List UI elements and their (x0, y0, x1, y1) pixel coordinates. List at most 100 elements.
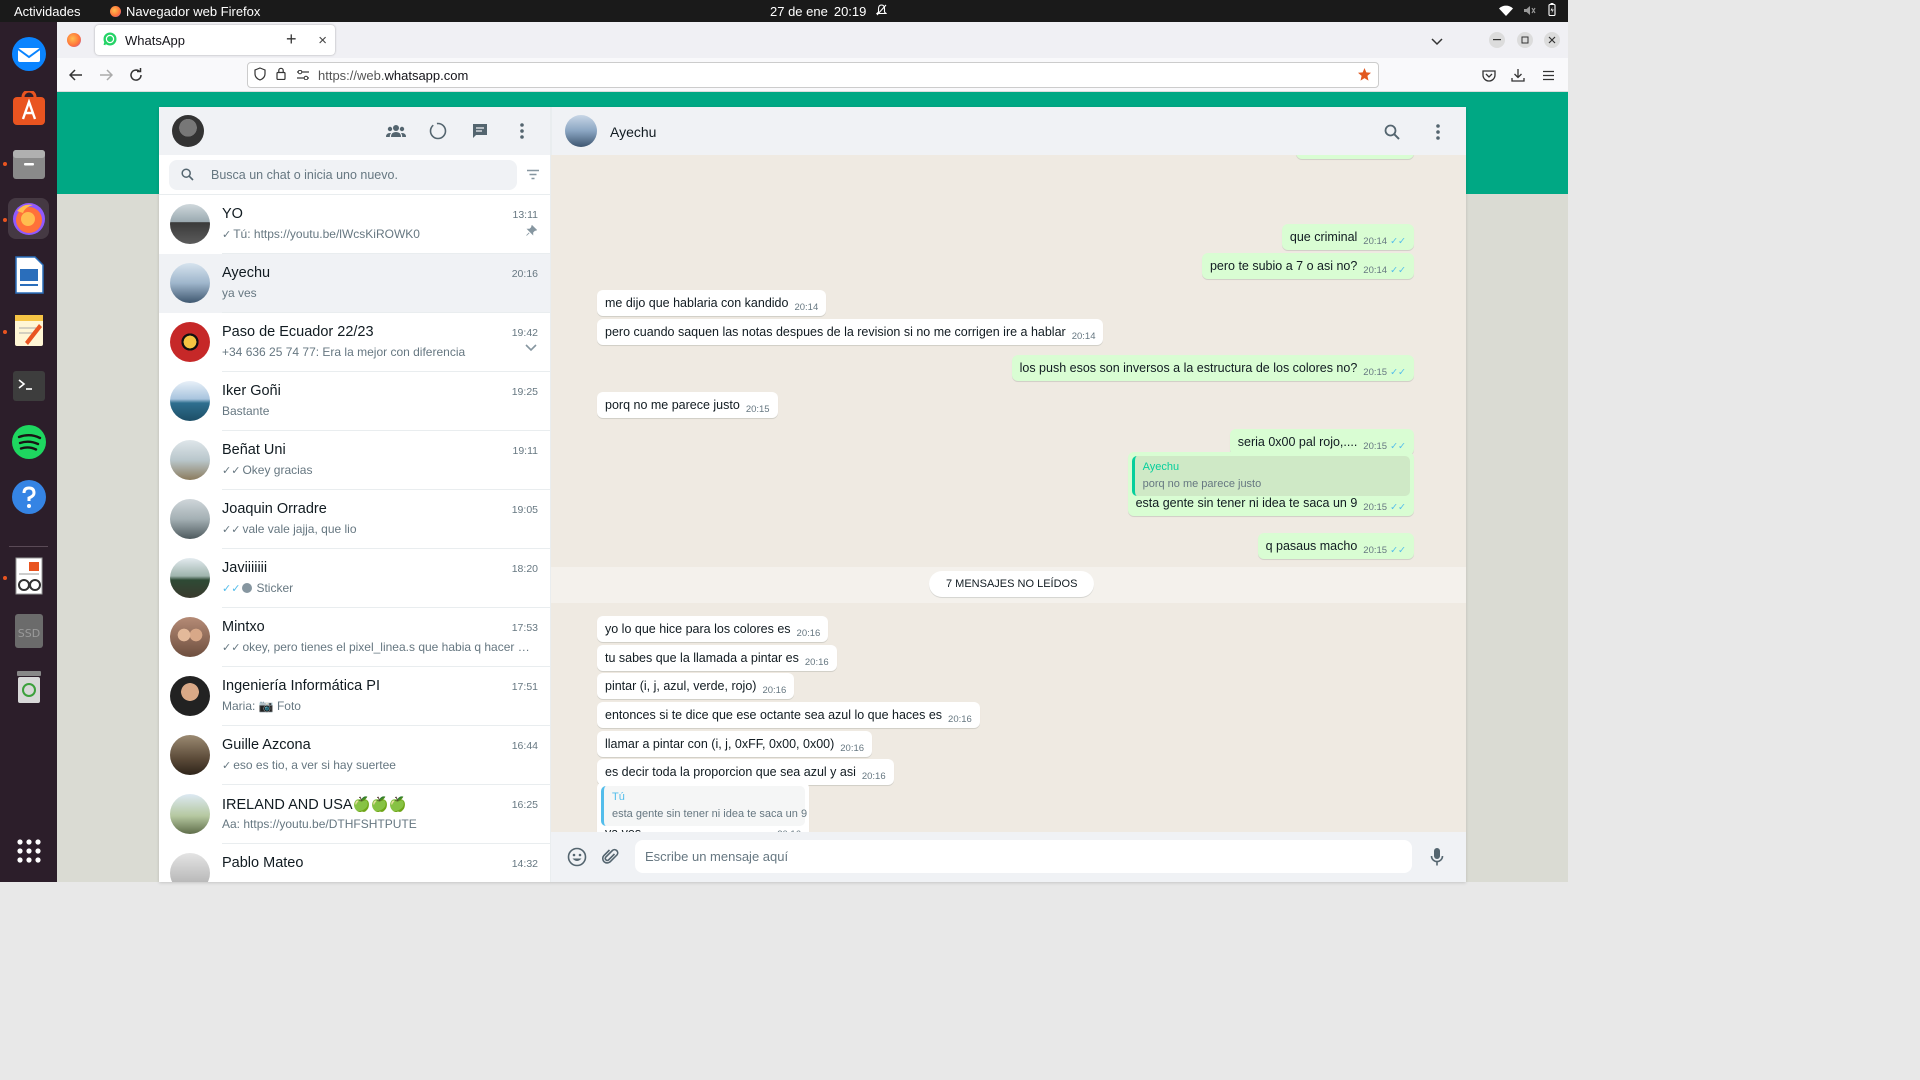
new-tab-icon[interactable]: + (286, 29, 297, 50)
conversation-header[interactable]: Ayechu (551, 107, 1466, 155)
dock-thunderbird-icon[interactable] (8, 33, 49, 74)
chat-list-item[interactable]: Iker Goñi 19:25 Bastante (159, 372, 550, 431)
pocket-icon[interactable] (1478, 65, 1500, 85)
activities-button[interactable]: Actividades (14, 4, 80, 19)
incoming-message[interactable]: Tú esta gente sin tener ni idea te saca u… (597, 782, 809, 832)
conversation-menu-icon[interactable] (1428, 122, 1448, 142)
chat-last-message-text: Sticker (256, 581, 294, 595)
read-ticks-icon: ✓✓ (1390, 236, 1406, 247)
chat-item-body: IRELAND AND USA🍏🍏🍏 16:25 Aa: https://youtu… (222, 785, 550, 844)
incoming-message[interactable]: porq no me parece justo 20:15 (597, 392, 778, 418)
dock-text-editor-icon[interactable] (8, 309, 49, 350)
chat-list-item[interactable]: Beñat Uni 19:11 ✓✓ Okey gracias (159, 431, 550, 490)
contact-avatar[interactable] (565, 115, 597, 147)
chat-list-item[interactable]: IRELAND AND USA🍏🍏🍏 16:25 Aa: https://youtu… (159, 785, 550, 844)
incoming-message[interactable]: pintar (i, j, azul, verde, rojo) 20:16 (597, 673, 795, 699)
lock-icon[interactable] (276, 67, 286, 83)
chat-list-item[interactable]: Javiiiiiii 18:20 ✓✓ Sticker (159, 549, 550, 608)
chat-list-item[interactable]: Guille Azcona 16:44 ✓ eso es tio, a ver si … (159, 726, 550, 785)
outgoing-message[interactable]: que criminal 20:14 ✓✓ (1281, 224, 1414, 250)
status-icon[interactable] (428, 121, 448, 141)
downloads-icon[interactable] (1507, 65, 1529, 85)
outgoing-message[interactable]: q pasaus macho 20:15 ✓✓ (1257, 533, 1414, 559)
forward-arrow-icon[interactable] (95, 65, 117, 85)
message-text: pintar (i, j, azul, verde, rojo) (605, 679, 757, 693)
window-close-icon[interactable] (1544, 32, 1560, 48)
attach-paperclip-icon[interactable] (601, 847, 621, 867)
url-text[interactable]: https://web.whatsapp.com (318, 68, 468, 83)
chat-list-item[interactable]: Pablo Mateo 14:32 (159, 844, 550, 882)
quoted-message[interactable]: Tú esta gente sin tener ni idea te saca u… (601, 786, 807, 826)
show-applications-icon[interactable] (8, 830, 49, 871)
reload-icon[interactable] (125, 65, 147, 85)
incoming-message[interactable]: me dijo que hablaria con kandido 20:14 (597, 290, 827, 316)
chat-list-item[interactable]: Ingeniería Informática PI 17:51 Maria: 📷 F… (159, 667, 550, 726)
chat-last-message: Maria: 📷 Foto (222, 699, 532, 713)
dock-help-icon[interactable] (8, 476, 49, 517)
incoming-message[interactable]: tu sabes que la llamada a pintar es 20:16 (597, 645, 837, 671)
chat-last-message-text: +34 636 25 74 77: Era la mejor con difer… (222, 345, 466, 359)
back-arrow-icon[interactable] (65, 65, 87, 85)
message-text: yo lo que hice para los colores es (605, 622, 791, 636)
dock-libreoffice-writer-icon[interactable] (8, 254, 49, 295)
new-chat-icon[interactable] (470, 121, 490, 141)
tracking-protection-shield-icon[interactable] (254, 66, 266, 84)
emoji-icon[interactable] (567, 847, 587, 867)
dock-document-viewer-icon[interactable] (8, 555, 49, 596)
outgoing-message[interactable]: los push esos son inversos a la estructu… (1011, 355, 1414, 381)
message-time: 20:16 (948, 714, 972, 725)
message-text: q pasaus macho (1265, 539, 1358, 553)
firefox-view-icon[interactable] (67, 33, 81, 47)
communities-icon[interactable] (386, 121, 406, 141)
app-menu-icon[interactable] (1537, 65, 1559, 85)
dock-spotify-icon[interactable] (8, 421, 49, 462)
chat-item-body: Javiiiiiii 18:20 ✓✓ Sticker (222, 549, 550, 608)
tab-whatsapp[interactable]: WhatsApp × (95, 25, 335, 55)
contact-name[interactable]: Ayechu (610, 124, 656, 140)
dock-ssd-drive-icon[interactable]: SSD (8, 610, 49, 651)
search-messages-icon[interactable] (1382, 122, 1402, 142)
incoming-message[interactable]: entonces si te dice que ese octante sea … (597, 702, 980, 728)
url-bar[interactable]: https://web.whatsapp.com (247, 62, 1379, 88)
outgoing-message[interactable]: pero te subio a 7 o asi no? 20:14 ✓✓ (1201, 253, 1414, 279)
dock-files-icon[interactable] (8, 143, 49, 184)
menu-kebab-icon[interactable] (512, 121, 532, 141)
search-input[interactable] (211, 168, 491, 182)
search-row (159, 155, 550, 195)
chevron-down-icon[interactable] (525, 343, 537, 355)
chat-list-item[interactable]: YO 13:11 ✓ Tú: https://youtu.be/lWcsKiROWK0 (159, 195, 550, 254)
microphone-icon[interactable] (1427, 847, 1447, 867)
whatsapp-app: YO13:11✓Tú: https://youtu.be/lWcsKiROWK0… (159, 107, 1466, 882)
incoming-message[interactable]: pero cuando saquen las notas despues de … (597, 319, 1104, 345)
bookmark-star-icon[interactable] (1357, 67, 1372, 85)
tab-close-icon[interactable]: × (318, 32, 327, 49)
dock-app-center-icon[interactable] (8, 88, 49, 129)
window-minimize-icon[interactable] (1489, 32, 1505, 48)
outgoing-message[interactable]: Ayechu porq no me parece justo esta gente … (1127, 452, 1414, 516)
chat-item-body: Iker Goñi 19:25 Bastante (222, 372, 550, 431)
my-avatar[interactable] (172, 115, 204, 147)
window-restore-icon[interactable] (1517, 32, 1533, 48)
message-meta: 20:15 ✓✓ (1363, 545, 1406, 556)
quoted-message[interactable]: Ayechu porq no me parece justo (1131, 456, 1410, 496)
list-all-tabs-icon[interactable] (1431, 33, 1443, 51)
chat-avatar (170, 558, 210, 598)
message-time: 20:15 (1363, 502, 1388, 513)
search-box[interactable] (169, 160, 517, 190)
permissions-icon[interactable] (296, 68, 310, 83)
system-tray[interactable] (1499, 3, 1558, 19)
chat-list-item[interactable]: Paso de Ecuador 22/23 19:42 +34 636 25 74 … (159, 313, 550, 372)
app-menu[interactable]: Navegador web Firefox (110, 4, 260, 19)
read-ticks-icon: ✓✓ (1390, 367, 1406, 378)
chat-list-item[interactable]: Joaquin Orradre 19:05 ✓✓ vale vale jajja, q… (159, 490, 550, 549)
chat-list-item[interactable]: Ayechu 20:16 ya ves (159, 254, 550, 313)
dock-terminal-icon[interactable] (8, 365, 49, 406)
clock[interactable]: 27 de ene 20:19 (770, 4, 888, 19)
filter-icon[interactable] (526, 167, 540, 185)
dock-firefox-icon[interactable] (8, 198, 49, 239)
chat-list-item[interactable]: Mintxo 17:53 ✓✓ okey, pero tienes el pixel_… (159, 608, 550, 667)
message-input[interactable] (635, 840, 1412, 873)
incoming-message[interactable]: yo lo que hice para los colores es 20:16 (597, 616, 829, 642)
dock-trash-icon[interactable] (8, 665, 49, 706)
incoming-message[interactable]: llamar a pintar con (i, j, 0xFF, 0x00, 0… (597, 731, 873, 757)
